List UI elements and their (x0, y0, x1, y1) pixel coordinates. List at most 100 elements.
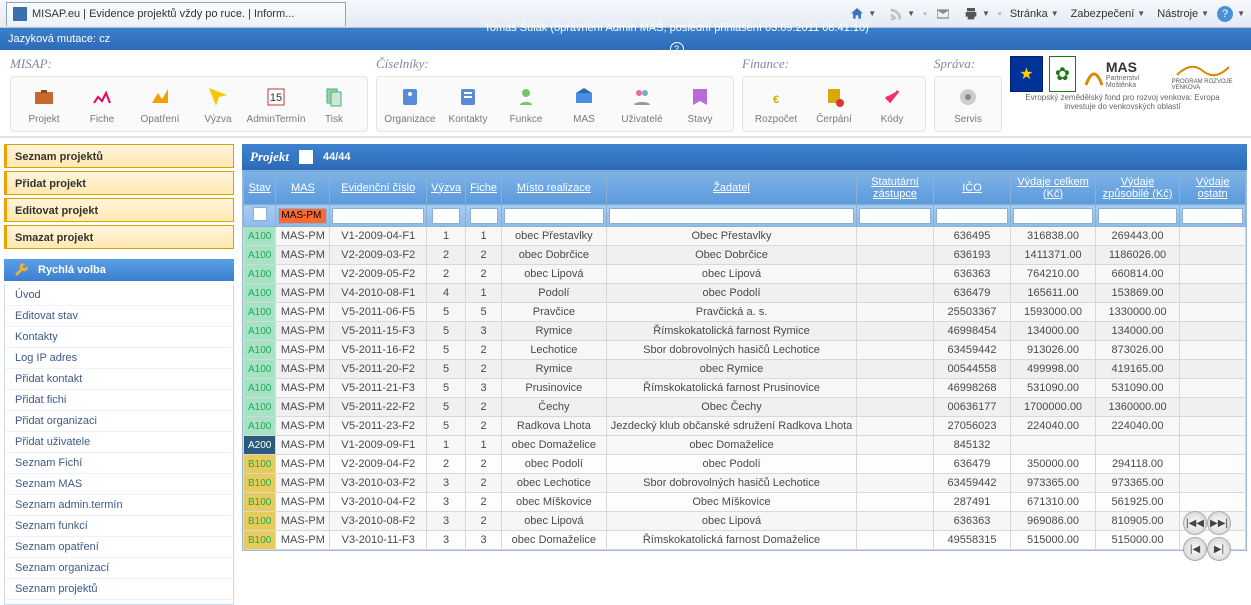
grid-header-row[interactable]: StavMASEvidenční čísloVýzvaFicheMísto re… (244, 171, 1246, 205)
menu-page[interactable]: Stránka▼ (1006, 6, 1063, 22)
toolbar-servis[interactable]: Servis (939, 83, 997, 125)
table-row[interactable]: A100MAS-PMV5-2011-16-F252LechoticeSbor d… (244, 341, 1246, 360)
action-přidat-projekt[interactable]: Přidat projekt (4, 171, 234, 195)
filter-misto[interactable] (504, 208, 604, 224)
rss-icon[interactable]: ▼ (884, 4, 919, 24)
toolbar-čerpání[interactable]: Čerpání (805, 83, 863, 125)
toolbar-mas[interactable]: MAS (555, 83, 613, 125)
pager-next-icon[interactable]: |◀ (1183, 537, 1207, 561)
nav-seznam-organizací[interactable]: Seznam organizací (5, 558, 233, 579)
grid-title: Projekt (250, 149, 289, 165)
nav-seznam-funkcí[interactable]: Seznam funkcí (5, 516, 233, 537)
toolbar-projekt[interactable]: Projekt (15, 83, 73, 125)
col-eviden-n-slo[interactable]: Evidenční číslo (330, 171, 427, 205)
toolbar-funkce[interactable]: Funkce (497, 83, 555, 125)
col-m-sto-realizace[interactable]: Místo realizace (501, 171, 606, 205)
toolbar-výzva[interactable]: Výzva (189, 83, 247, 125)
toolbar-group-label: Finance: (742, 56, 789, 72)
toolbar-kódy[interactable]: Kódy (863, 83, 921, 125)
help-icon[interactable]: ? (1217, 6, 1233, 22)
table-row[interactable]: B100MAS-PMV3-2010-03-F232obec LechoticeS… (244, 474, 1246, 493)
table-row[interactable]: A100MAS-PMV5-2011-06-F555PravčicePravčic… (244, 303, 1246, 322)
nav-přidat-fichi[interactable]: Přidat fichi (5, 390, 233, 411)
filter-fiche[interactable] (470, 208, 498, 224)
nav-přidat-kontakt[interactable]: Přidat kontakt (5, 369, 233, 390)
table-row[interactable]: A100MAS-PMV4-2010-08-F141Podolíobec Podo… (244, 284, 1246, 303)
grid-columns-icon[interactable] (299, 150, 313, 164)
filter-stav[interactable] (253, 207, 267, 221)
col-statut-rn-z-stupce[interactable]: Statutární zástupce (857, 171, 934, 205)
menu-tools[interactable]: Nástroje▼ (1153, 6, 1213, 22)
toolbar-fiche[interactable]: Fiche (73, 83, 131, 125)
table-row[interactable]: A100MAS-PMV2-2009-03-F222obec DobrčiceOb… (244, 246, 1246, 265)
nav-kontakty[interactable]: Kontakty (5, 327, 233, 348)
pager-first-icon[interactable]: |◀◀ (1183, 511, 1207, 535)
table-row[interactable]: B100MAS-PMV2-2009-04-F222obec Podolíobec… (244, 455, 1246, 474)
table-row[interactable]: A100MAS-PMV5-2011-20-F252Rymiceobec Rymi… (244, 360, 1246, 379)
col-fiche[interactable]: Fiche (466, 171, 502, 205)
table-row[interactable]: A100MAS-PMV2-2009-05-F222obec Lipováobec… (244, 265, 1246, 284)
svg-text:15: 15 (270, 92, 282, 104)
svg-text:€: € (773, 94, 779, 106)
mail-icon[interactable] (931, 4, 955, 24)
toolbar-tisk[interactable]: Tisk (305, 83, 363, 125)
filter-ost[interactable] (1182, 208, 1243, 224)
table-row[interactable]: B100MAS-PMV3-2010-08-F232obec Lipováobec… (244, 512, 1246, 531)
filter-mas[interactable] (278, 208, 327, 224)
filter-zast[interactable] (859, 208, 931, 224)
action-smazat-projekt[interactable]: Smazat projekt (4, 225, 234, 249)
tab-favicon (13, 7, 27, 21)
col-v-daje-celkem-k-[interactable]: Výdaje celkem (Kč) (1011, 171, 1096, 205)
col-v-daje-zp-sobil-k-[interactable]: Výdaje způsobilé (Kč) (1095, 171, 1180, 205)
table-row[interactable]: B100MAS-PMV3-2010-04-F232obec MíškoviceO… (244, 493, 1246, 512)
toolbar-organizace[interactable]: Organizace (381, 83, 439, 125)
home-icon[interactable]: ▼ (845, 4, 880, 24)
filter-ev[interactable] (332, 208, 424, 224)
print-icon[interactable]: ▼ (959, 4, 994, 24)
table-row[interactable]: A100MAS-PMV1-2009-04-F111obec Přestavlky… (244, 227, 1246, 246)
nav-seznam-fichí[interactable]: Seznam Fichí (5, 453, 233, 474)
col-mas[interactable]: MAS (276, 171, 330, 205)
col-i-o[interactable]: IČO (933, 171, 1010, 205)
nav-úvod[interactable]: Úvod (5, 285, 233, 306)
toolbar-opatření[interactable]: Opatření (131, 83, 189, 125)
nav-seznam-opatření[interactable]: Seznam opatření (5, 537, 233, 558)
nav-přidat-uživatele[interactable]: Přidat uživatele (5, 432, 233, 453)
col-v-daje-ostatn[interactable]: Výdaje ostatn (1180, 171, 1246, 205)
filter-vyzva[interactable] (432, 208, 460, 224)
language-label: Jazyková mutace: cz (8, 33, 110, 45)
table-row[interactable]: A100MAS-PMV5-2011-23-F252Radkova LhotaJe… (244, 417, 1246, 436)
toolbar-admintermín[interactable]: 15AdminTermín (247, 83, 305, 125)
col-stav[interactable]: Stav (244, 171, 276, 205)
pager-prev-icon[interactable]: ▶▶| (1207, 511, 1231, 535)
nav-seznam-projektů[interactable]: Seznam projektů (5, 579, 233, 600)
pager-last-icon[interactable]: ▶| (1207, 537, 1231, 561)
filter-celkem[interactable] (1013, 208, 1093, 224)
table-row[interactable]: A100MAS-PMV5-2011-15-F353RymiceŘímskokat… (244, 322, 1246, 341)
help-circle-icon[interactable]: ? (670, 42, 684, 56)
toolbar-group-label: Číselníky: (376, 56, 429, 72)
menu-security[interactable]: Zabezpečení▼ (1067, 6, 1150, 22)
col--adatel[interactable]: Žadatel (606, 171, 857, 205)
nav-seznam-admin-termín[interactable]: Seznam admin.termín (5, 495, 233, 516)
col-v-zva[interactable]: Výzva (427, 171, 466, 205)
filter-ico[interactable] (936, 208, 1008, 224)
filter-zadatel[interactable] (609, 208, 855, 224)
filter-zpusob[interactable] (1098, 208, 1178, 224)
nav-editovat-stav[interactable]: Editovat stav (5, 306, 233, 327)
toolbar-rozpočet[interactable]: €Rozpočet (747, 83, 805, 125)
table-row[interactable]: A100MAS-PMV5-2011-22-F252ČechyObec Čechy… (244, 398, 1246, 417)
toolbar-stavy[interactable]: Stavy (671, 83, 729, 125)
table-row[interactable]: A200MAS-PMV1-2009-09-F111obec Domaželice… (244, 436, 1246, 455)
toolbar-group-label: MISAP: (10, 56, 52, 72)
nav-seznam-mas[interactable]: Seznam MAS (5, 474, 233, 495)
toolbar-kontakty[interactable]: Kontakty (439, 83, 497, 125)
action-seznam-projektů[interactable]: Seznam projektů (4, 144, 234, 168)
nav-log-ip-adres[interactable]: Log IP adres (5, 348, 233, 369)
toolbar-uživatelé[interactable]: Uživatelé (613, 83, 671, 125)
nav-přidat-organizaci[interactable]: Přidat organizaci (5, 411, 233, 432)
table-row[interactable]: B100MAS-PMV3-2010-11-F333obec Domaželice… (244, 531, 1246, 550)
action-editovat-projekt[interactable]: Editovat projekt (4, 198, 234, 222)
nav-seznam-stavů[interactable]: Seznam stavů (5, 600, 233, 605)
table-row[interactable]: A100MAS-PMV5-2011-21-F353PrusinoviceŘíms… (244, 379, 1246, 398)
